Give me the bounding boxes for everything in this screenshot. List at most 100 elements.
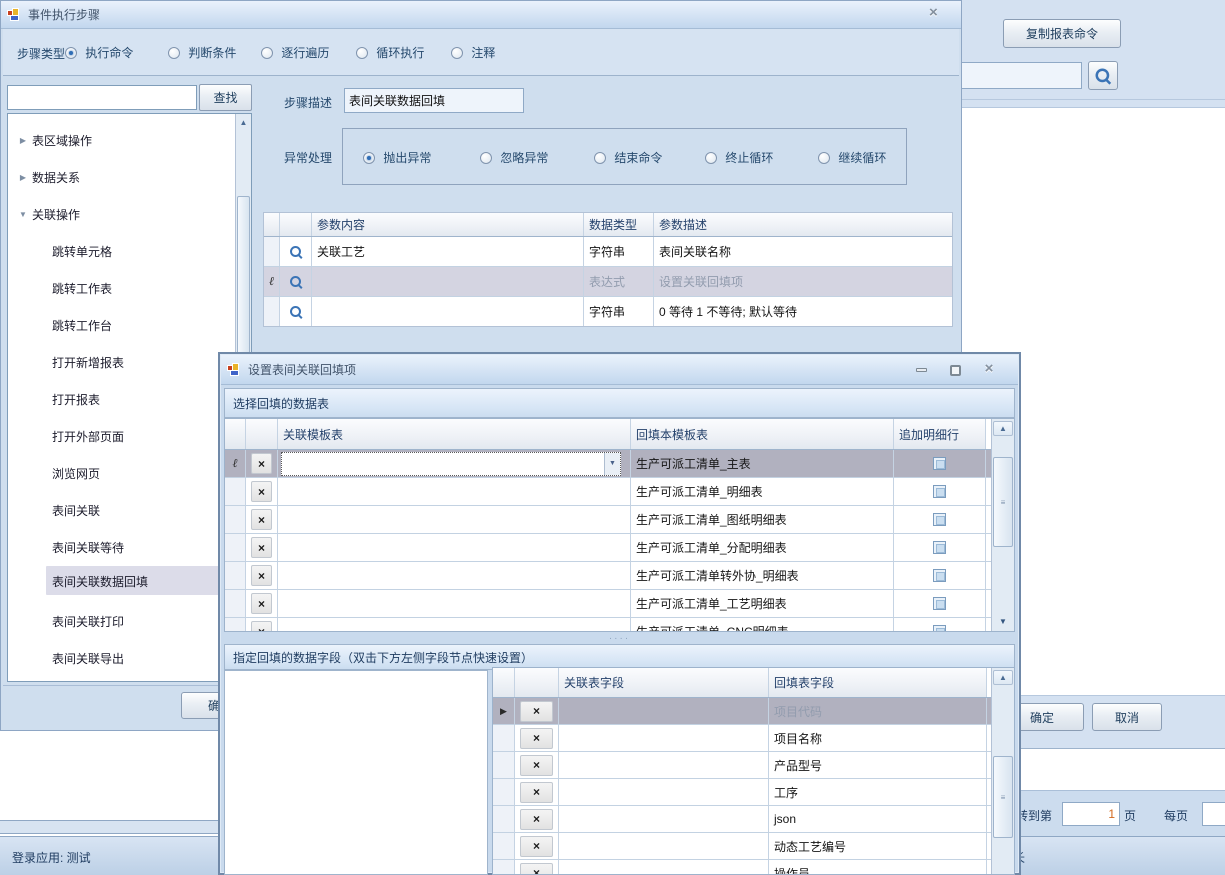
cancel-button[interactable]: 取消 <box>1092 703 1162 731</box>
delete-row-button[interactable]: × <box>520 755 553 776</box>
tree-item-selected[interactable]: 表间关联数据回填 <box>8 569 251 593</box>
report-search-button[interactable] <box>1088 61 1118 90</box>
tree-item[interactable]: 跳转单元格 <box>8 239 251 263</box>
delete-row-button[interactable]: × <box>520 728 553 749</box>
delete-row-button[interactable]: × <box>520 782 553 803</box>
tree-item[interactable]: 跳转工作表 <box>8 276 251 300</box>
field-tree-panel[interactable] <box>224 670 488 875</box>
table-row[interactable]: 字符串 0 等待 1 不等待; 默认等待 <box>264 297 952 327</box>
command-search-input[interactable] <box>7 85 197 110</box>
report-search-input[interactable] <box>952 62 1082 89</box>
scroll-down-icon[interactable]: ▼ <box>993 614 1013 629</box>
radio-step-type-1[interactable]: 判断条件 <box>168 44 236 61</box>
table-row[interactable]: 关联工艺 字符串 表间关联名称 <box>264 237 952 267</box>
table-row[interactable]: × json <box>493 806 1014 833</box>
close-icon[interactable]: × <box>979 361 999 377</box>
scroll-up-icon[interactable]: ▲ <box>237 115 250 130</box>
col-param-desc[interactable]: 参数描述 <box>654 213 952 236</box>
col-source-field[interactable]: 关联表字段 <box>559 668 769 697</box>
table-row[interactable]: × 生产可派工清单转外协_明细表 <box>225 562 1014 590</box>
radio-exception-4[interactable]: 继续循环 <box>818 149 886 166</box>
table-row[interactable]: × 生产可派工清单_CNC明细表 <box>225 618 1014 632</box>
delete-row-button[interactable]: × <box>251 565 272 586</box>
col-param-content[interactable]: 参数内容 <box>312 213 584 236</box>
table-row-selected[interactable]: ▶ × 项目代码 <box>493 698 1014 725</box>
append-detail-checkbox[interactable] <box>933 569 946 582</box>
delete-row-button[interactable]: × <box>251 621 272 632</box>
delete-row-button[interactable]: × <box>251 453 272 474</box>
minimize-icon[interactable] <box>911 362 931 378</box>
tree-item[interactable]: 跳转工作台 <box>8 313 251 337</box>
tree-item[interactable]: 表间关联等待 <box>8 535 251 559</box>
table-row[interactable]: × 生产可派工清单_工艺明细表 <box>225 590 1014 618</box>
col-data-type[interactable]: 数据类型 <box>584 213 654 236</box>
tree-item[interactable]: 打开外部页面 <box>8 424 251 448</box>
tree-item[interactable]: 表间关联导出 <box>8 646 251 670</box>
table-row[interactable]: × 产品型号 <box>493 752 1014 779</box>
append-detail-checkbox[interactable] <box>933 597 946 610</box>
table-row[interactable]: × 动态工艺编号 <box>493 833 1014 860</box>
per-page-input[interactable] <box>1202 802 1225 826</box>
tree-item[interactable]: 打开新增报表 <box>8 350 251 374</box>
find-button[interactable]: 查找 <box>199 84 252 111</box>
tables-grid-scrollbar[interactable]: ▲ ≡ ▼ <box>991 419 1014 631</box>
lookup-icon[interactable] <box>289 275 303 289</box>
col-append-detail[interactable]: 追加明细行 <box>894 419 986 449</box>
maximize-icon[interactable] <box>945 362 965 378</box>
close-icon[interactable]: × <box>929 6 938 20</box>
tree-item[interactable]: ▼ 关联操作 <box>8 202 251 226</box>
col-template-table[interactable]: 关联模板表 <box>278 419 631 449</box>
col-target-field[interactable]: 回填表字段 <box>769 668 987 697</box>
table-row[interactable]: × 项目名称 <box>493 725 1014 752</box>
lookup-icon[interactable] <box>289 245 303 259</box>
table-row[interactable]: × 生产可派工清单_分配明细表 <box>225 534 1014 562</box>
delete-row-button[interactable]: × <box>251 481 272 502</box>
col-target-table[interactable]: 回填本模板表 <box>631 419 894 449</box>
scroll-up-icon[interactable]: ▲ <box>993 670 1013 685</box>
delete-row-button[interactable]: × <box>251 509 272 530</box>
table-row[interactable]: × 生产可派工清单_图纸明细表 <box>225 506 1014 534</box>
tree-item[interactable]: 浏览网页 <box>8 461 251 485</box>
append-detail-checkbox[interactable] <box>933 457 946 470</box>
scrollbar-thumb[interactable]: ≡ <box>993 457 1013 547</box>
template-table-combo[interactable]: ▼ <box>281 452 621 476</box>
append-detail-checkbox[interactable] <box>933 485 946 498</box>
chevron-right-icon[interactable]: ▶ <box>14 173 32 182</box>
append-detail-checkbox[interactable] <box>933 513 946 526</box>
dialog-event-steps-titlebar[interactable]: 事件执行步骤 × <box>1 1 961 29</box>
radio-exception-3[interactable]: 终止循环 <box>705 149 773 166</box>
chevron-right-icon[interactable]: ▶ <box>14 136 32 145</box>
scroll-up-icon[interactable]: ▲ <box>993 421 1013 436</box>
chevron-down-icon[interactable]: ▼ <box>14 210 32 219</box>
table-row[interactable]: × 工序 <box>493 779 1014 806</box>
splitter-handle[interactable]: ···· <box>224 632 1015 644</box>
append-detail-checkbox[interactable] <box>933 625 946 632</box>
delete-row-button[interactable]: × <box>251 537 272 558</box>
lookup-icon[interactable] <box>289 305 303 319</box>
table-row-selected[interactable]: ℓ × ▼ 生产可派工清单_主表 <box>225 450 1014 478</box>
radio-step-type-3[interactable]: 循环执行 <box>356 44 424 61</box>
dialog-backfill-titlebar[interactable]: 设置表间关联回填项 × <box>221 355 1018 385</box>
radio-step-type-2[interactable]: 逐行遍历 <box>261 44 329 61</box>
fields-grid-scrollbar[interactable]: ▲ ≡ <box>991 668 1014 874</box>
table-row[interactable]: × 操作员 <box>493 860 1014 875</box>
append-detail-checkbox[interactable] <box>933 541 946 554</box>
tree-item[interactable]: 表间关联 <box>8 498 251 522</box>
combo-caret-icon[interactable]: ▼ <box>604 453 620 475</box>
radio-exception-1[interactable]: 忽略异常 <box>480 149 548 166</box>
delete-row-button[interactable]: × <box>520 836 553 857</box>
copy-report-command-button[interactable]: 复制报表命令 <box>1003 19 1121 48</box>
radio-exception-2[interactable]: 结束命令 <box>594 149 662 166</box>
step-desc-input[interactable] <box>344 88 524 113</box>
page-number-input[interactable] <box>1062 802 1120 826</box>
tree-item[interactable]: 打开报表 <box>8 387 251 411</box>
scrollbar-thumb[interactable]: ≡ <box>993 756 1013 838</box>
radio-exception-0[interactable]: 抛出异常 <box>363 149 431 166</box>
table-row[interactable]: × 生产可派工清单_明细表 <box>225 478 1014 506</box>
delete-row-button[interactable]: × <box>520 701 553 722</box>
delete-row-button[interactable]: × <box>251 593 272 614</box>
table-row-selected[interactable]: ℓ 表达式 设置关联回填项 <box>264 267 952 297</box>
delete-row-button[interactable]: × <box>520 809 553 830</box>
tree-item[interactable]: ▶ 数据关系 <box>8 165 251 189</box>
radio-step-type-4[interactable]: 注释 <box>451 44 495 61</box>
